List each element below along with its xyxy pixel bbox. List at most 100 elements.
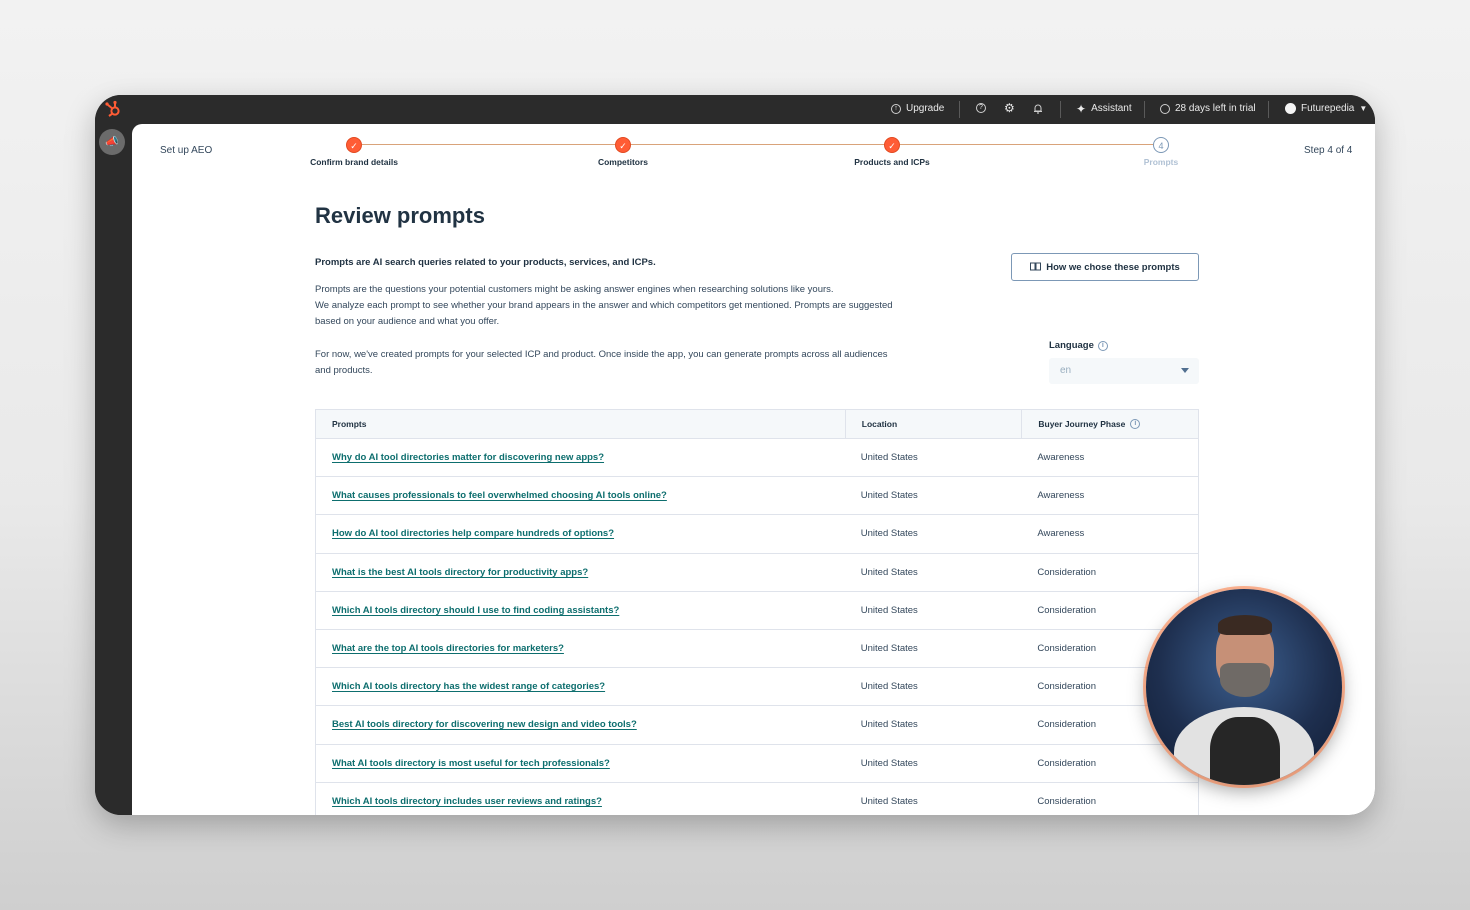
table-row[interactable]: Best AI tools directory for discovering … bbox=[316, 706, 1198, 745]
step-2-label: Competitors bbox=[597, 157, 649, 167]
assistant-label: Assistant bbox=[1091, 103, 1132, 114]
prompt-link[interactable]: What causes professionals to feel overwh… bbox=[316, 477, 845, 514]
language-value: en bbox=[1060, 365, 1072, 376]
header-label: Prompts bbox=[332, 419, 367, 429]
paragraph-line: For now, we've created prompts for your … bbox=[315, 349, 888, 360]
prompt-link[interactable]: Best AI tools directory for discovering … bbox=[316, 706, 845, 743]
webcam-beard bbox=[1220, 663, 1270, 697]
webcam-hair bbox=[1218, 615, 1272, 635]
prompt-link[interactable]: Which AI tools directory includes user r… bbox=[316, 783, 845, 815]
upgrade-button[interactable]: ↑ Upgrade bbox=[891, 103, 944, 114]
table-row[interactable]: What causes professionals to feel overwh… bbox=[316, 477, 1198, 516]
location-cell: United States bbox=[860, 604, 918, 616]
step-2-check-icon[interactable]: ✓ bbox=[615, 137, 631, 153]
step-4-label: Prompts bbox=[1143, 157, 1179, 167]
sidebar-megaphone-icon[interactable]: 📣 bbox=[99, 129, 125, 155]
help-icon: ? bbox=[976, 103, 986, 113]
chevron-down-icon: ▼ bbox=[1359, 104, 1368, 113]
left-sidebar: 📣 bbox=[95, 124, 132, 815]
header-label: Buyer Journey Phase bbox=[1038, 419, 1126, 429]
paragraph-line: and products. bbox=[315, 365, 373, 376]
description-paragraph-1: Prompts are the questions your potential… bbox=[315, 282, 935, 330]
location-cell: United States bbox=[860, 452, 918, 464]
account-avatar bbox=[1285, 103, 1296, 114]
top-navigation-bar: ↑ Upgrade ? ⚙ ✦ Assistant 28 days left i… bbox=[95, 95, 1375, 124]
table-row[interactable]: Which AI tools directory includes user r… bbox=[316, 783, 1198, 815]
setup-title: Set up AEO bbox=[160, 145, 213, 156]
hubspot-logo-icon[interactable] bbox=[104, 100, 122, 118]
step-counter: Step 4 of 4 bbox=[1304, 145, 1353, 156]
table-row[interactable]: How do AI tool directories help compare … bbox=[316, 515, 1198, 554]
table-row[interactable]: What is the best AI tools directory for … bbox=[316, 554, 1198, 592]
bell-icon bbox=[1034, 104, 1042, 114]
table-row[interactable]: Why do AI tool directories matter for di… bbox=[316, 439, 1198, 478]
prompt-link[interactable]: What AI tools directory is most useful f… bbox=[316, 745, 845, 782]
step-4-current-icon[interactable]: 4 bbox=[1153, 137, 1169, 153]
header-label: Location bbox=[861, 419, 898, 429]
gear-icon: ⚙ bbox=[1004, 101, 1015, 115]
language-select[interactable]: en bbox=[1049, 358, 1199, 384]
phase-cell: Consideration bbox=[1037, 566, 1096, 578]
sparkle-icon: ✦ bbox=[1076, 101, 1087, 116]
how-we-chose-prompts-button[interactable]: How we chose these prompts bbox=[1011, 253, 1199, 281]
prompt-link[interactable]: How do AI tool directories help compare … bbox=[316, 515, 845, 552]
divider bbox=[959, 101, 960, 118]
phase-cell: Awareness bbox=[1037, 452, 1085, 464]
webcam-shirt-graphic bbox=[1210, 717, 1280, 785]
upgrade-label: Upgrade bbox=[906, 103, 945, 114]
location-cell: United States bbox=[860, 681, 918, 693]
table-header: Prompts Location Buyer Journey Phase i bbox=[316, 410, 1198, 439]
help-button[interactable]: ? bbox=[976, 103, 986, 113]
divider bbox=[1268, 101, 1269, 118]
account-menu[interactable]: Futurepedia ▼ bbox=[1285, 103, 1367, 114]
step-3-check-icon[interactable]: ✓ bbox=[884, 137, 900, 153]
prompt-link[interactable]: Which AI tools directory should I use to… bbox=[316, 592, 845, 629]
column-header-prompts[interactable]: Prompts bbox=[316, 410, 845, 438]
language-label: Language bbox=[1049, 340, 1094, 351]
caret-down-icon bbox=[1181, 368, 1189, 373]
table-row[interactable]: What are the top AI tools directories fo… bbox=[316, 630, 1198, 669]
info-icon[interactable]: i bbox=[1130, 419, 1141, 429]
trial-label: 28 days left in trial bbox=[1175, 103, 1256, 114]
prompt-link[interactable]: What are the top AI tools directories fo… bbox=[316, 630, 845, 667]
location-cell: United States bbox=[860, 795, 918, 807]
table-body: Why do AI tool directories matter for di… bbox=[316, 439, 1198, 815]
account-name: Futurepedia bbox=[1301, 103, 1355, 114]
phase-cell: Awareness bbox=[1037, 490, 1085, 502]
paragraph-line: Prompts are the questions your potential… bbox=[315, 284, 834, 295]
step-3-label: Products and ICPs bbox=[854, 157, 930, 167]
phase-cell: Consideration bbox=[1037, 795, 1096, 807]
phase-cell: Awareness bbox=[1037, 528, 1085, 540]
location-cell: United States bbox=[860, 566, 918, 578]
info-icon[interactable]: i bbox=[1097, 340, 1108, 351]
upgrade-icon: ↑ bbox=[891, 103, 901, 114]
step-1-check-icon[interactable]: ✓ bbox=[346, 137, 362, 153]
paragraph-line: based on your audience and what you offe… bbox=[315, 316, 500, 327]
page-title: Review prompts bbox=[315, 203, 485, 228]
step-1-label: Confirm brand details bbox=[310, 157, 398, 167]
intro-text: Prompts are AI search queries related to… bbox=[315, 257, 656, 268]
paragraph-line: We analyze each prompt to see whether yo… bbox=[315, 300, 893, 311]
language-label-wrap: Language i bbox=[1049, 340, 1108, 351]
assistant-button[interactable]: ✦ Assistant bbox=[1076, 101, 1132, 116]
column-header-location[interactable]: Location bbox=[844, 410, 1022, 438]
prompt-link[interactable]: What is the best AI tools directory for … bbox=[316, 554, 845, 591]
table-row[interactable]: Which AI tools directory has the widest … bbox=[316, 668, 1198, 707]
divider bbox=[1144, 101, 1145, 118]
divider bbox=[1060, 101, 1061, 118]
presenter-webcam-overlay bbox=[1146, 589, 1342, 785]
location-cell: United States bbox=[860, 719, 918, 731]
location-cell: United States bbox=[860, 643, 918, 655]
table-row[interactable]: What AI tools directory is most useful f… bbox=[316, 745, 1198, 783]
settings-button[interactable]: ⚙ bbox=[1004, 101, 1015, 115]
location-cell: United States bbox=[860, 757, 918, 769]
prompt-link[interactable]: Which AI tools directory has the widest … bbox=[316, 668, 845, 705]
column-header-phase[interactable]: Buyer Journey Phase i bbox=[1021, 410, 1198, 438]
notifications-button[interactable] bbox=[1033, 103, 1043, 114]
book-icon bbox=[1030, 262, 1042, 271]
prompt-link[interactable]: Why do AI tool directories matter for di… bbox=[316, 439, 845, 476]
table-row[interactable]: Which AI tools directory should I use to… bbox=[316, 592, 1198, 630]
location-cell: United States bbox=[860, 528, 918, 540]
trial-status[interactable]: 28 days left in trial bbox=[1160, 103, 1256, 114]
location-cell: United States bbox=[860, 490, 918, 502]
